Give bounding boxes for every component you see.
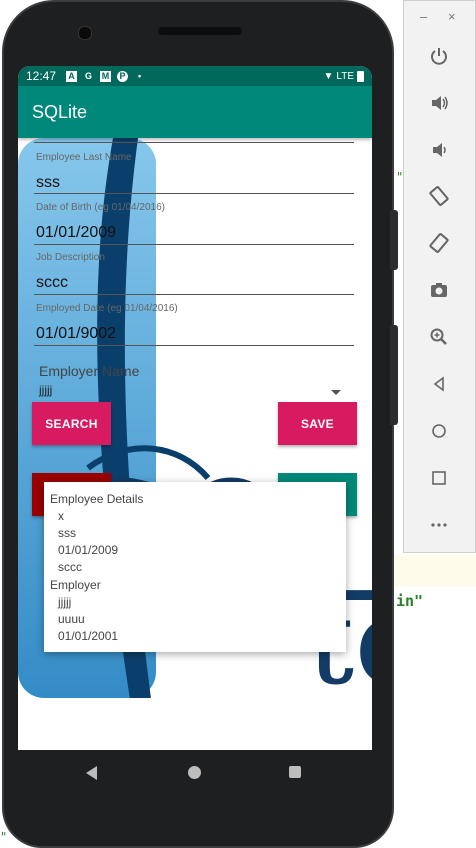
power-side-button: [390, 210, 398, 270]
zoom-icon[interactable]: [426, 324, 452, 350]
employer-spinner[interactable]: jjjjj: [39, 383, 52, 397]
dot-icon: •: [137, 70, 142, 81]
employed-date-underline: [34, 345, 354, 346]
volume-side-button: [390, 325, 398, 425]
dialog-line: 01/01/2009: [58, 543, 119, 557]
camera-icon[interactable]: [426, 277, 452, 303]
app-title: SQLite: [32, 101, 88, 122]
power-icon[interactable]: [426, 43, 452, 69]
sync-icon: P: [117, 70, 129, 82]
employer-name-label: Employer Name: [39, 363, 140, 379]
last-name-input[interactable]: sss: [36, 174, 60, 192]
employed-date-input[interactable]: 01/01/9002: [36, 325, 116, 343]
network-label: LTE: [336, 70, 354, 82]
volume-up-icon[interactable]: [426, 90, 452, 116]
rotate-left-icon[interactable]: [426, 183, 452, 209]
ide-highlight-line: [390, 555, 476, 587]
dialog-line: x: [58, 509, 64, 523]
main-content: SQLi te Employee Last Name sss Date of B…: [18, 138, 372, 750]
dob-label: Date of Birth (eg 01/04/2016): [36, 202, 165, 213]
close-button[interactable]: ×: [448, 9, 456, 24]
dialog-line: sss: [58, 526, 76, 540]
dialog-title: Employee Details: [50, 492, 144, 506]
front-camera: [78, 26, 92, 40]
ide-code-fragment: in": [396, 592, 424, 610]
emulator-toolbar: – ×: [403, 0, 476, 553]
search-button[interactable]: SEARCH: [32, 402, 111, 445]
employee-details-toast: Employee Details x sss 01/01/2009 sccc E…: [44, 482, 346, 652]
phone-screen: 12:47 A G M P • ▼ LTE SQLite SQLi te: [18, 66, 372, 750]
wifi-icon: ▼: [323, 70, 334, 82]
field-underline-top: [34, 142, 354, 143]
ide-quote-mark-bottom: ": [0, 830, 8, 844]
dialog-line: uuuu: [58, 612, 85, 626]
status-bar: 12:47 A G M P • ▼ LTE: [18, 66, 372, 86]
nav-back-icon[interactable]: [86, 766, 97, 780]
last-name-label: Employee Last Name: [36, 152, 132, 163]
battery-icon: [357, 70, 364, 82]
job-description-underline: [34, 294, 354, 295]
notification-a-icon: A: [66, 70, 78, 82]
spinner-dropdown-icon[interactable]: [331, 390, 341, 395]
status-time: 12:47: [26, 69, 57, 83]
app-bar: SQLite: [18, 86, 372, 138]
nav-recents-icon[interactable]: [289, 766, 301, 778]
dob-underline: [34, 244, 354, 245]
dialog-line: jjjjj: [58, 595, 72, 609]
earpiece-speaker: [158, 27, 242, 35]
job-description-label: Job Description: [36, 252, 105, 263]
gmail-icon: M: [100, 70, 112, 82]
last-name-underline: [34, 193, 354, 194]
navigation-bar: [18, 750, 372, 795]
back-icon[interactable]: [426, 371, 452, 397]
employed-date-label: Employed Date (eg 01/04/2016): [36, 303, 178, 314]
home-icon[interactable]: [426, 418, 452, 444]
nav-home-icon[interactable]: [188, 766, 201, 779]
overview-icon[interactable]: [426, 465, 452, 491]
dialog-line: sccc: [58, 560, 82, 574]
rotate-right-icon[interactable]: [426, 230, 452, 256]
more-icon[interactable]: [426, 512, 452, 538]
dob-input[interactable]: 01/01/2009: [36, 224, 116, 242]
job-description-input[interactable]: sccc: [36, 274, 68, 292]
minimize-button[interactable]: –: [420, 9, 427, 24]
dialog-employer-title: Employer: [50, 578, 101, 592]
volume-down-icon[interactable]: [426, 137, 452, 163]
dialog-line: 01/01/2001: [58, 629, 119, 643]
save-button[interactable]: SAVE: [278, 402, 357, 445]
google-icon: G: [85, 70, 93, 81]
